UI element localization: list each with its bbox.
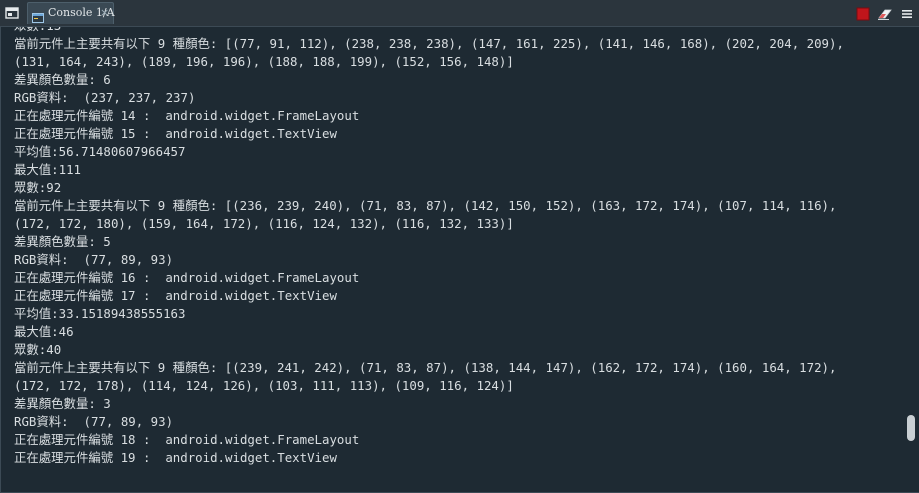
- console-line: 正在處理元件編號 14 : android.widget.FrameLayout: [14, 108, 360, 123]
- terminate-icon[interactable]: [856, 6, 870, 21]
- console-line: 當前元件上主要共有以下 9 種顏色: [(236, 239, 240), (71…: [14, 198, 837, 213]
- console-line: RGB資料: (237, 237, 237): [14, 90, 196, 105]
- console-line: (131, 164, 243), (189, 196, 196), (188, …: [14, 54, 514, 69]
- console-line: 平均值:33.15189438555163: [14, 306, 186, 321]
- close-icon[interactable]: ×: [100, 6, 109, 19]
- console-window: Console 1/A × 眾數:13 當前元件上主要共有: [0, 0, 919, 493]
- console-line: 正在處理元件編號 18 : android.widget.FrameLayout: [14, 432, 360, 447]
- tab-console[interactable]: Console 1/A ×: [27, 2, 115, 24]
- console-line: 眾數:40: [14, 342, 62, 357]
- view-menu-icon[interactable]: [900, 6, 914, 20]
- console-line: 當前元件上主要共有以下 9 種顏色: [(239, 241, 242), (71…: [14, 360, 837, 375]
- console-line: (172, 172, 178), (114, 124, 126), (103, …: [14, 378, 514, 393]
- console-line: RGB資料: (77, 89, 93): [14, 414, 174, 429]
- console-line: 差異顏色數量: 6: [14, 72, 111, 87]
- console-line: (172, 172, 180), (159, 164, 172), (116, …: [14, 216, 514, 231]
- console-line: 當前元件上主要共有以下 9 種顏色: [(77, 91, 112), (238,…: [14, 36, 844, 51]
- console-line: 正在處理元件編號 16 : android.widget.FrameLayout: [14, 270, 360, 285]
- console-line: 正在處理元件編號 15 : android.widget.TextView: [14, 126, 337, 141]
- python-console-icon: [32, 8, 44, 23]
- console-line: 差異顏色數量: 3: [14, 396, 111, 411]
- console-output[interactable]: 眾數:13 當前元件上主要共有以下 9 種顏色: [(77, 91, 112),…: [0, 27, 904, 493]
- console-line: 眾數:92: [14, 180, 62, 195]
- console-line: 正在處理元件編號 17 : android.widget.TextView: [14, 288, 337, 303]
- console-line: 正在處理元件編號 19 : android.widget.TextView: [14, 450, 337, 465]
- console-line: RGB資料: (77, 89, 93): [14, 252, 174, 267]
- console-lines: 眾數:13 當前元件上主要共有以下 9 種顏色: [(77, 91, 112),…: [14, 27, 844, 467]
- console-view-icon[interactable]: [5, 5, 19, 19]
- tab-bar: Console 1/A ×: [0, 0, 919, 27]
- clear-console-icon[interactable]: [877, 6, 892, 20]
- vertical-scrollbar[interactable]: [903, 27, 919, 493]
- console-line: 平均值:56.71480607966457: [14, 144, 186, 159]
- console-line: 眾數:13: [14, 27, 844, 35]
- console-line: 最大值:46: [14, 324, 74, 339]
- console-line: 最大值:111: [14, 162, 82, 177]
- scrollbar-thumb[interactable]: [907, 415, 915, 441]
- console-line: 差異顏色數量: 5: [14, 234, 111, 249]
